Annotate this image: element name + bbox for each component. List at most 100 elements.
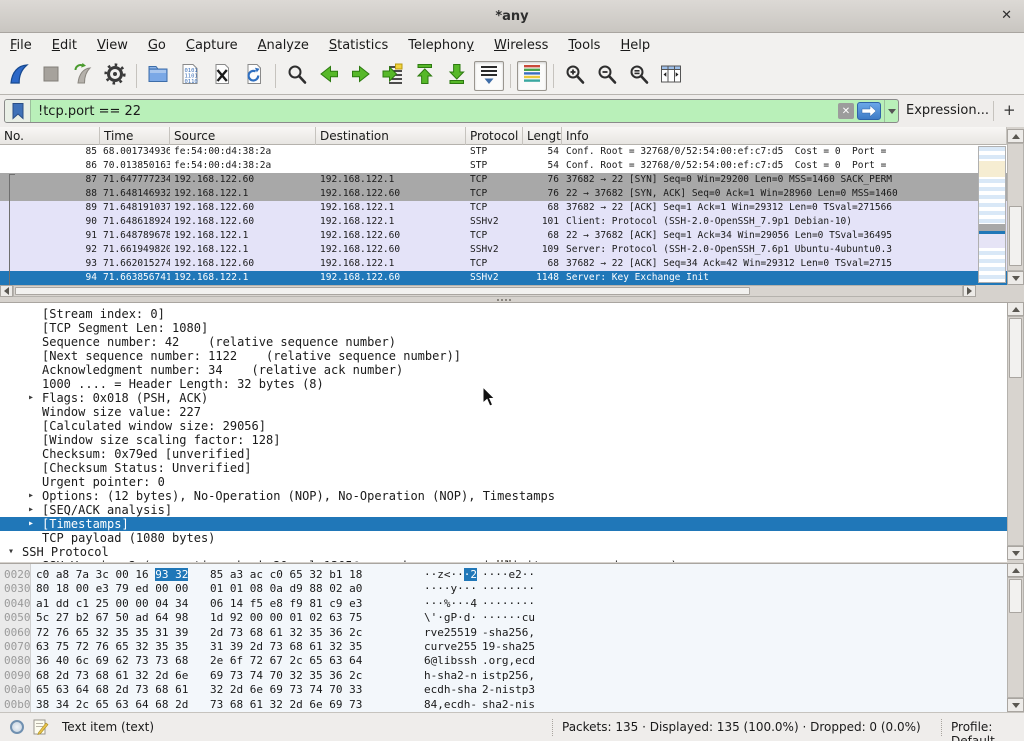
file-save-button[interactable]: 010111010110 xyxy=(175,61,205,91)
hex-line-0080[interactable]: 008036 40 6c 69 62 73 73 682e 6f 72 67 2… xyxy=(0,654,1007,668)
detail-line[interactable]: ▸[Timestamps] xyxy=(0,517,1007,531)
hex-line-0060[interactable]: 006072 76 65 32 35 35 31 392d 73 68 61 3… xyxy=(0,626,1007,640)
go-back-button[interactable] xyxy=(314,61,344,91)
scroll-down-arrow[interactable] xyxy=(1007,698,1024,712)
scroll-thumb[interactable] xyxy=(15,287,750,295)
capture-restart-button[interactable] xyxy=(68,61,98,91)
column-header-length[interactable]: Length xyxy=(523,127,562,145)
menu-tools[interactable]: Tools xyxy=(568,38,600,53)
go-forward-button[interactable] xyxy=(346,61,376,91)
column-header-destination[interactable]: Destination xyxy=(316,127,466,145)
detail-line[interactable]: Acknowledgment number: 34 (relative ack … xyxy=(0,363,1007,377)
expression-button[interactable]: Expression... xyxy=(906,103,989,118)
detail-line[interactable]: [Stream index: 0] xyxy=(0,307,1007,321)
filter-history-dropdown[interactable] xyxy=(884,100,898,122)
hex-vscroll[interactable] xyxy=(1007,577,1024,698)
packet-row-90[interactable]: 9071.648618924192.168.122.60192.168.122.… xyxy=(0,215,1007,229)
expert-info-icon[interactable] xyxy=(10,720,24,734)
scroll-up-arrow[interactable] xyxy=(1007,302,1024,316)
packet-row-88[interactable]: 8871.648146932192.168.122.1192.168.122.6… xyxy=(0,187,1007,201)
packet-row-86[interactable]: 8670.013850163fe:54:00:d4:38:2aSTP54Conf… xyxy=(0,159,1007,173)
packet-row-85[interactable]: 8568.001734936fe:54:00:d4:38:2aSTP54Conf… xyxy=(0,145,1007,159)
menu-file[interactable]: File xyxy=(10,38,32,53)
filter-clear-icon[interactable]: ✕ xyxy=(838,103,854,119)
scroll-down-arrow[interactable] xyxy=(1007,546,1024,560)
filter-expression-text[interactable]: !tcp.port == 22 xyxy=(31,104,838,119)
menu-wireless[interactable]: Wireless xyxy=(494,38,548,53)
detail-line[interactable]: Sequence number: 42 (relative sequence n… xyxy=(0,335,1007,349)
resize-columns-button[interactable] xyxy=(656,61,686,91)
expander-open-icon[interactable]: ▾ xyxy=(8,545,14,559)
zoom-original-button[interactable] xyxy=(624,61,654,91)
packet-row-87[interactable]: 8771.647777234192.168.122.60192.168.122.… xyxy=(0,173,1007,187)
capture-stop-button[interactable] xyxy=(36,61,66,91)
colorize-button[interactable] xyxy=(517,61,547,91)
display-filter-input[interactable]: !tcp.port == 22 ✕ xyxy=(4,99,899,123)
add-filter-button[interactable]: + xyxy=(1003,101,1016,119)
capture-options-button[interactable] xyxy=(100,61,130,91)
profile-label[interactable]: Profile: Default xyxy=(951,720,1024,741)
detail-line[interactable]: ▸[SEQ/ACK analysis] xyxy=(0,503,1007,517)
filter-bookmark-icon[interactable] xyxy=(5,100,31,122)
detail-line[interactable]: [Window size scaling factor: 128] xyxy=(0,433,1007,447)
packet-find-button[interactable] xyxy=(282,61,312,91)
menu-help[interactable]: Help xyxy=(620,38,650,53)
hex-line-0070[interactable]: 007063 75 72 76 65 32 35 3531 39 2d 73 6… xyxy=(0,640,1007,654)
detail-line[interactable]: ▾SSH Protocol xyxy=(0,545,1007,559)
hex-line-00a0[interactable]: 00a065 63 64 68 2d 73 68 6132 2d 6e 69 7… xyxy=(0,683,1007,697)
packet-row-91[interactable]: 9171.648789678192.168.122.1192.168.122.6… xyxy=(0,229,1007,243)
menu-view[interactable]: View xyxy=(97,38,128,53)
packet-row-89[interactable]: 8971.648191037192.168.122.60192.168.122.… xyxy=(0,201,1007,215)
detail-line[interactable]: [Calculated window size: 29056] xyxy=(0,419,1007,433)
menu-capture[interactable]: Capture xyxy=(186,38,238,53)
detail-line[interactable]: ▸SSH Version 2 (encryption:chacha20-poly… xyxy=(0,559,1007,562)
detail-line[interactable]: ▸Options: (12 bytes), No-Operation (NOP)… xyxy=(0,489,1007,503)
detail-line[interactable]: Urgent pointer: 0 xyxy=(0,475,1007,489)
detail-line[interactable]: Checksum: 0x79ed [unverified] xyxy=(0,447,1007,461)
pane-splitter-handle[interactable] xyxy=(497,299,499,301)
hex-line-00b0[interactable]: 00b038 34 2c 65 63 64 68 2d73 68 61 32 2… xyxy=(0,698,1007,712)
close-icon[interactable]: ✕ xyxy=(1001,8,1012,23)
menu-go[interactable]: Go xyxy=(148,38,166,53)
title-bar[interactable]: *any ✕ xyxy=(0,0,1024,33)
scroll-left-arrow[interactable] xyxy=(0,285,13,297)
details-vscroll[interactable] xyxy=(1007,316,1024,546)
menu-analyze[interactable]: Analyze xyxy=(258,38,309,53)
column-header-protocol[interactable]: Protocol xyxy=(466,127,523,145)
expander-closed-icon[interactable]: ▸ xyxy=(28,559,34,562)
menu-telephony[interactable]: Telephony xyxy=(408,38,474,53)
go-to-packet-button[interactable] xyxy=(378,61,408,91)
detail-line[interactable]: [Checksum Status: Unverified] xyxy=(0,461,1007,475)
column-header-info[interactable]: Info xyxy=(562,127,1007,145)
column-header-source[interactable]: Source xyxy=(170,127,316,145)
wireshark-start-button[interactable] xyxy=(4,61,34,91)
filter-apply-icon[interactable] xyxy=(857,102,881,120)
auto-scroll-button[interactable] xyxy=(474,61,504,91)
expander-closed-icon[interactable]: ▸ xyxy=(28,391,34,405)
packet-row-93[interactable]: 9371.662015274192.168.122.60192.168.122.… xyxy=(0,257,1007,271)
menu-statistics[interactable]: Statistics xyxy=(329,38,388,53)
detail-line[interactable]: ▸Flags: 0x018 (PSH, ACK) xyxy=(0,391,1007,405)
detail-line[interactable]: TCP payload (1080 bytes) xyxy=(0,531,1007,545)
scroll-thumb[interactable] xyxy=(1009,318,1022,378)
zoom-out-button[interactable] xyxy=(592,61,622,91)
scroll-thumb[interactable] xyxy=(1009,579,1022,613)
detail-line[interactable]: [Next sequence number: 1122 (relative se… xyxy=(0,349,1007,363)
expander-closed-icon[interactable]: ▸ xyxy=(28,503,34,517)
file-reload-button[interactable] xyxy=(239,61,269,91)
hex-line-0050[interactable]: 00505c 27 b2 67 50 ad 64 981d 92 00 00 0… xyxy=(0,611,1007,625)
scroll-up-arrow[interactable] xyxy=(1007,129,1024,143)
pane-splitter-handle[interactable] xyxy=(497,560,499,562)
column-header-no[interactable]: No. xyxy=(0,127,100,145)
file-open-button[interactable] xyxy=(143,61,173,91)
scroll-thumb[interactable] xyxy=(1009,206,1022,266)
hex-line-0030[interactable]: 003080 18 00 e3 79 ed 00 0001 01 08 0a d… xyxy=(0,582,1007,596)
scroll-right-arrow[interactable] xyxy=(963,285,976,297)
go-last-button[interactable] xyxy=(442,61,472,91)
detail-line[interactable]: Window size value: 227 xyxy=(0,405,1007,419)
expander-closed-icon[interactable]: ▸ xyxy=(28,489,34,503)
detail-line[interactable]: [TCP Segment Len: 1080] xyxy=(0,321,1007,335)
file-close-button[interactable] xyxy=(207,61,237,91)
menu-edit[interactable]: Edit xyxy=(52,38,77,53)
packet-row-92[interactable]: 9271.661949820192.168.122.1192.168.122.6… xyxy=(0,243,1007,257)
